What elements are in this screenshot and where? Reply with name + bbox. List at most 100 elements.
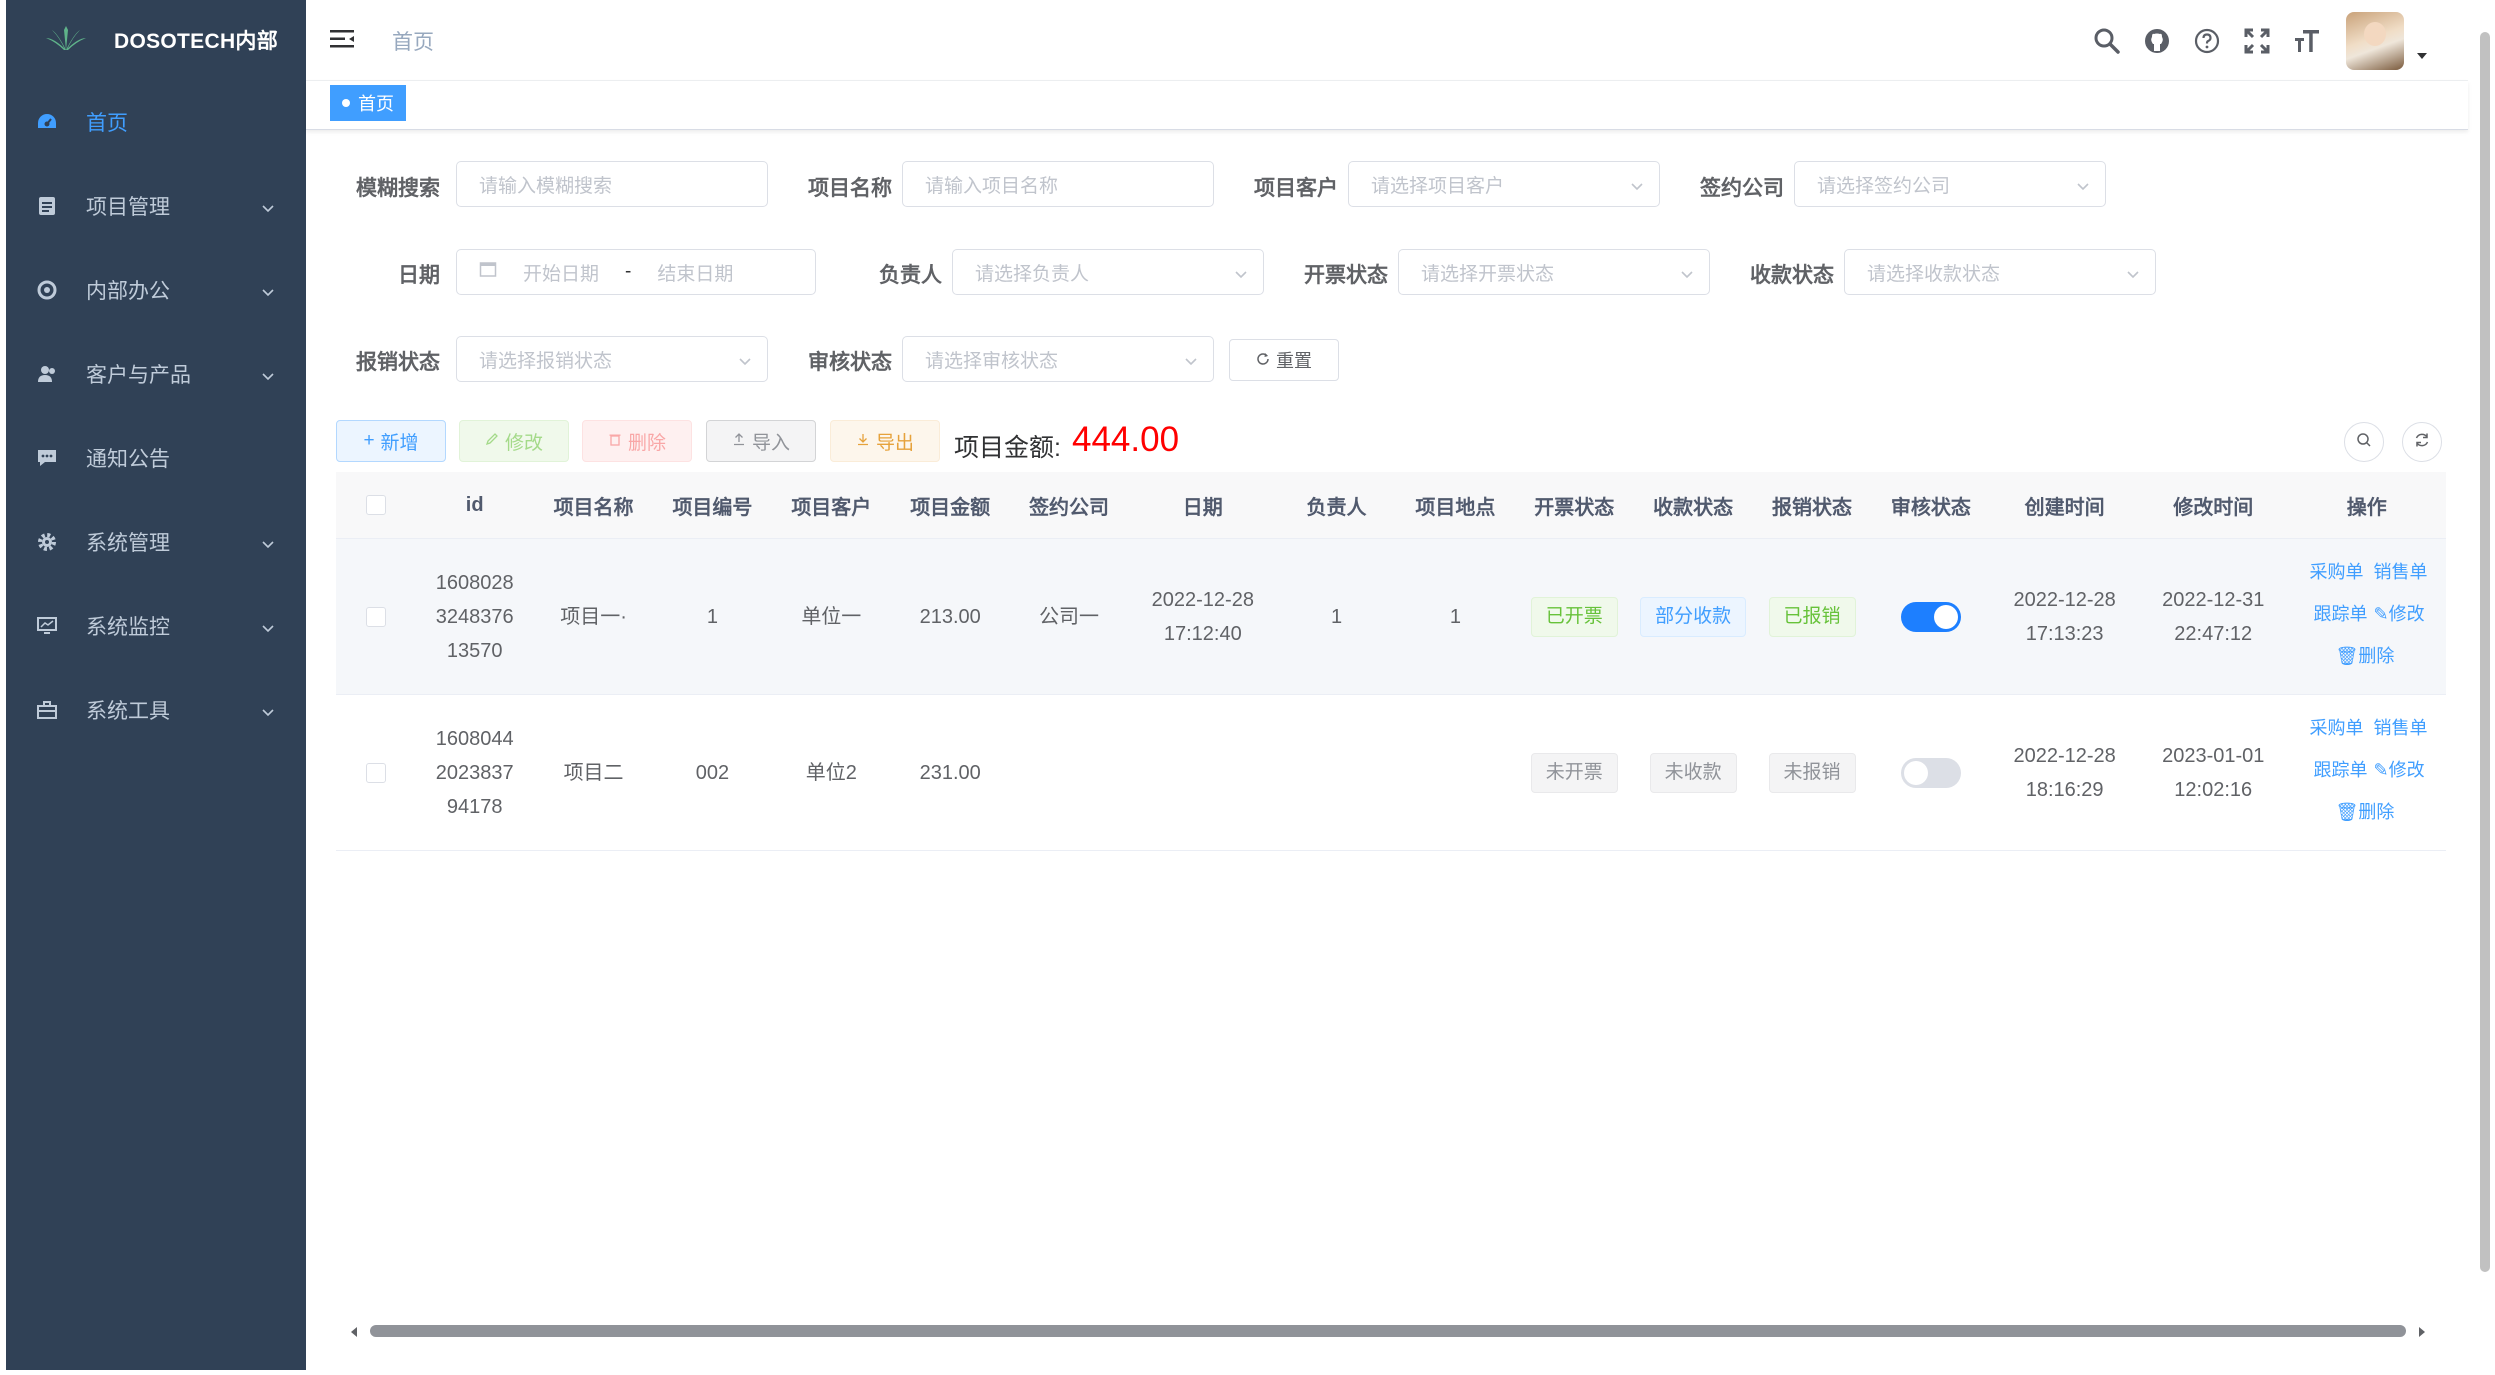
- sidebar-item-customers[interactable]: 客户与产品: [6, 332, 306, 416]
- filter-project-name-label: 项目名称: [808, 177, 892, 200]
- vertical-scrollbar[interactable]: [2477, 32, 2493, 1272]
- trash-icon: 🗑: [2335, 646, 2359, 666]
- datetime-line: 2022-12-28: [2013, 588, 2116, 611]
- sidebar-item-system[interactable]: 系统管理: [6, 500, 306, 584]
- cell-company: 公司一: [1039, 605, 1100, 628]
- sidebar-item-home[interactable]: 首页: [6, 80, 306, 164]
- delete-link[interactable]: 🗑删除: [2336, 635, 2395, 677]
- navbar: 首页: [306, 0, 2468, 81]
- sidebar-item-projects[interactable]: 项目管理: [6, 164, 306, 248]
- id-line: 3248376: [435, 605, 514, 628]
- export-button[interactable]: 导出: [830, 420, 940, 462]
- font-size-icon[interactable]: [2282, 13, 2332, 69]
- chevron-down-icon: [260, 618, 276, 642]
- follow-link[interactable]: 跟踪单: [2314, 749, 2368, 791]
- row-select-cell[interactable]: [336, 606, 415, 627]
- invoice-status-select[interactable]: 请选择开票状态: [1398, 249, 1710, 295]
- import-label: 导入: [751, 432, 790, 454]
- date-range-picker[interactable]: 开始日期 - 结束日期: [456, 249, 816, 295]
- cell-name: 项目二: [563, 761, 624, 784]
- row-checkbox[interactable]: [365, 762, 386, 783]
- audit-toggle[interactable]: [1900, 757, 1961, 788]
- amount-value: 444.00: [1072, 420, 1180, 459]
- purchase-link[interactable]: 采购单: [2310, 707, 2364, 749]
- sales-link[interactable]: 销售单: [2374, 551, 2428, 593]
- edit-link[interactable]: ✎修改: [2374, 749, 2425, 791]
- filter-customer-label: 项目客户: [1254, 177, 1338, 200]
- sidebar-item-tools[interactable]: 系统工具: [6, 668, 306, 752]
- refresh-button[interactable]: [2402, 422, 2442, 462]
- scrollbar-thumb[interactable]: [370, 1325, 2406, 1337]
- filter-fuzzy-label: 模糊搜索: [356, 177, 440, 200]
- hamburger-icon[interactable]: [330, 28, 356, 55]
- sidebar-item-office[interactable]: 内部办公: [6, 248, 306, 332]
- col-header-modified: 修改时间: [2173, 496, 2254, 519]
- logo-icon: [44, 24, 88, 57]
- amount-label: 项目金额:: [954, 434, 1061, 462]
- reset-button[interactable]: 重置: [1229, 339, 1339, 381]
- sales-link[interactable]: 销售单: [2374, 707, 2428, 749]
- edit-link-label: 修改: [2388, 604, 2425, 624]
- payment-status-select[interactable]: 请选择收款状态: [1844, 249, 2156, 295]
- sidebar-item-notices[interactable]: 通知公告: [6, 416, 306, 500]
- add-button[interactable]: + 新增: [336, 420, 446, 462]
- toggle-search-button[interactable]: [2344, 422, 2384, 462]
- edit-label: 修改: [504, 432, 543, 454]
- scroll-left-icon[interactable]: [348, 1325, 360, 1343]
- dashboard-icon: [34, 112, 60, 132]
- select-all-cell[interactable]: [336, 495, 415, 515]
- row-checkbox[interactable]: [365, 606, 386, 627]
- edit-button[interactable]: 修改: [459, 420, 569, 462]
- table-row[interactable]: 1608028 3248376 13570 项目一· 1 单位一 213.00 公司…: [336, 539, 2446, 695]
- edit-link-label: 修改: [2388, 760, 2425, 780]
- scrollbar-thumb[interactable]: [2480, 32, 2490, 1272]
- project-name-input[interactable]: 请输入项目名称: [902, 161, 1214, 207]
- import-button[interactable]: 导入: [706, 420, 816, 462]
- placeholder-text: 请选择开票状态: [1421, 263, 1555, 285]
- select-all-checkbox[interactable]: [365, 495, 386, 515]
- cell-customer: 单位一: [801, 605, 862, 628]
- chevron-down-icon: [260, 366, 276, 390]
- tag-home[interactable]: 首页: [330, 85, 406, 121]
- fullscreen-icon[interactable]: [2232, 13, 2282, 69]
- audit-toggle[interactable]: [1900, 601, 1961, 632]
- caret-down-icon[interactable]: [2416, 47, 2428, 65]
- chevron-down-icon: [1183, 353, 1199, 375]
- fuzzy-search-input[interactable]: 请输入模糊搜索: [456, 161, 768, 207]
- delete-button[interactable]: 删除: [582, 420, 692, 462]
- settings-ring-icon: [34, 279, 60, 301]
- col-header-code: 项目编号: [672, 496, 753, 519]
- edit-link[interactable]: ✎修改: [2374, 593, 2425, 635]
- table-row[interactable]: 1608044 2023837 94178 项目二 002 单位2 231.00 未…: [336, 695, 2446, 851]
- avatar[interactable]: [2346, 12, 2404, 70]
- horizontal-scrollbar[interactable]: [348, 1325, 2428, 1337]
- scroll-right-icon[interactable]: [2416, 1325, 2428, 1343]
- col-header-created: 创建时间: [2024, 496, 2105, 519]
- sidebar: DOSOTECH内部 首页 项目管理 内部办公 客户与产品 通知公告 系统管理 …: [6, 0, 306, 1370]
- placeholder-text: 请选择项目客户: [1371, 175, 1505, 197]
- sidebar-item-monitor[interactable]: 系统监控: [6, 584, 306, 668]
- col-header-reimburse: 报销状态: [1772, 496, 1853, 519]
- follow-link[interactable]: 跟踪单: [2314, 593, 2368, 635]
- customer-select[interactable]: 请选择项目客户: [1348, 161, 1660, 207]
- help-icon[interactable]: [2182, 13, 2232, 69]
- plus-icon: +: [363, 430, 375, 451]
- purchase-link[interactable]: 采购单: [2310, 551, 2364, 593]
- edit-icon: ✎: [2373, 604, 2389, 624]
- reimburse-status-select[interactable]: 请选择报销状态: [456, 336, 768, 382]
- search-icon[interactable]: [2082, 13, 2132, 69]
- delete-link[interactable]: 🗑删除: [2336, 791, 2395, 833]
- col-header-customer: 项目客户: [791, 496, 872, 519]
- filter-company-label: 签约公司: [1700, 177, 1784, 200]
- row-select-cell[interactable]: [336, 762, 415, 783]
- chevron-down-icon: [260, 198, 276, 222]
- sidebar-item-label: 系统监控: [86, 616, 170, 639]
- placeholder-text: 请选择签约公司: [1817, 175, 1951, 197]
- audit-status-select[interactable]: 请选择审核状态: [902, 336, 1214, 382]
- datetime-line: 2023-01-01: [2162, 744, 2265, 767]
- trash-icon: [608, 430, 622, 452]
- cell-owner: 1: [1330, 605, 1343, 628]
- owner-select[interactable]: 请选择负责人: [952, 249, 1264, 295]
- github-icon[interactable]: [2132, 13, 2182, 69]
- company-select[interactable]: 请选择签约公司: [1794, 161, 2106, 207]
